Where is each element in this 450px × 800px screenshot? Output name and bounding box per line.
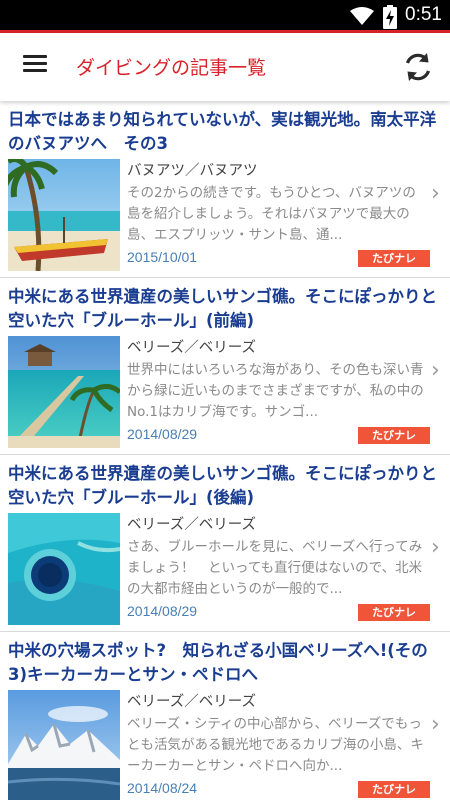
- article-excerpt: その2からの続きです。もうひとつ、バヌアツの島を紹介しましょう。それはバヌアツで…: [127, 185, 416, 243]
- article-title: 中米にある世界遺産の美しいサンゴ礁。そこにぽっかりと空いた穴「ブルーホール」(後…: [8, 464, 437, 507]
- article-thumbnail: [8, 690, 120, 800]
- menu-button[interactable]: [18, 51, 52, 81]
- article-card[interactable]: 中米の穴場スポット? 知られざる小国ベリーズへ!(その3)キーカーカーとサン・ペ…: [0, 632, 450, 800]
- refresh-button[interactable]: [400, 49, 436, 85]
- chevron-right-icon: ›: [431, 535, 440, 560]
- page-title: ダイビングの記事一覧: [76, 57, 267, 79]
- article-date: 2014/08/29: [127, 603, 198, 619]
- article-excerpt: さあ、ブルーホールを見に、ベリーズへ行ってみましょう！ といっても直行便はないの…: [127, 539, 423, 597]
- article-list: 日本ではあまり知られていないが、実は観光地。南太平洋のバヌアツへ その3 バヌア…: [0, 101, 450, 800]
- source-badge: たびナレ: [358, 781, 430, 798]
- refresh-icon: [405, 53, 431, 81]
- article-date: 2014/08/29: [127, 426, 198, 442]
- article-card[interactable]: 中米にある世界遺産の美しいサンゴ礁。そこにぽっかりと空いた穴「ブルーホール」(前…: [0, 278, 450, 455]
- article-location: バヌアツ／バヌアツ: [127, 163, 258, 179]
- status-clock: 0:51: [405, 4, 442, 25]
- article-title: 中米の穴場スポット? 知られざる小国ベリーズへ!(その3)キーカーカーとサン・ペ…: [8, 641, 428, 684]
- chevron-right-icon: ›: [431, 181, 440, 206]
- article-thumbnail: [8, 513, 120, 625]
- article-thumbnail: [8, 336, 120, 448]
- article-location: ベリーズ／ベリーズ: [127, 340, 257, 356]
- article-title: 中米にある世界遺産の美しいサンゴ礁。そこにぽっかりと空いた穴「ブルーホール」(前…: [8, 287, 437, 330]
- article-location: ベリーズ／ベリーズ: [127, 694, 257, 710]
- menu-icon: [18, 55, 52, 72]
- article-title: 日本ではあまり知られていないが、実は観光地。南太平洋のバヌアツへ その3: [8, 110, 437, 153]
- article-date: 2014/08/24: [127, 780, 198, 796]
- source-badge: たびナレ: [358, 427, 430, 444]
- battery-charging-icon: [383, 5, 397, 29]
- article-excerpt: ベリーズ・シティの中心部から、ベリーズでもっとも活気がある観光地であるカリブ海の…: [127, 716, 424, 774]
- article-excerpt: 世界中にはいろいろな海があり、その色も深い青から緑に近いものまでさまざまですが、…: [127, 362, 424, 420]
- status-bar: 0:51: [0, 0, 450, 33]
- chevron-right-icon: ›: [431, 358, 440, 383]
- source-badge: たびナレ: [358, 250, 430, 267]
- article-card[interactable]: 中米にある世界遺産の美しいサンゴ礁。そこにぽっかりと空いた穴「ブルーホール」(後…: [0, 455, 450, 632]
- article-date: 2015/10/01: [127, 249, 198, 265]
- source-badge: たびナレ: [358, 604, 430, 621]
- app-bar: ダイビングの記事一覧: [0, 33, 450, 101]
- chevron-right-icon: ›: [431, 712, 440, 737]
- article-location: ベリーズ／ベリーズ: [127, 517, 257, 533]
- wifi-icon: [350, 7, 374, 25]
- article-thumbnail: [8, 159, 120, 271]
- article-card[interactable]: 日本ではあまり知られていないが、実は観光地。南太平洋のバヌアツへ その3 バヌア…: [0, 101, 450, 278]
